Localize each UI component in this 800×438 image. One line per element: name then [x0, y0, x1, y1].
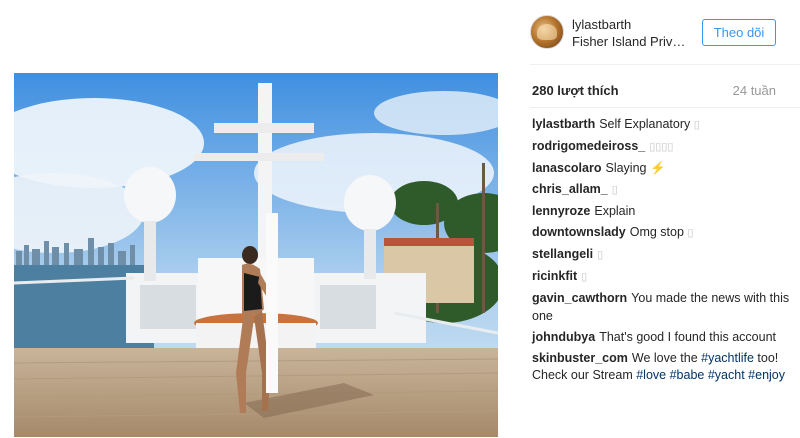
comment-item: stellangeli ▯ — [532, 246, 794, 265]
comment-username[interactable]: chris_allam_ — [532, 182, 608, 196]
emoji-icon: ▯ — [597, 249, 604, 261]
emoji-icon: ▯ — [611, 184, 618, 196]
emoji-icon: ▯ — [581, 271, 588, 283]
comment-item: lylastbarth Self Explanatory ▯ — [532, 116, 794, 135]
hashtag-link[interactable]: #babe — [670, 368, 705, 382]
comment-item: rodrigomedeiross_ ▯▯▯▯ — [532, 138, 794, 157]
comment-text: Explain — [594, 204, 636, 218]
comment-item: lennyroze Explain — [532, 203, 794, 221]
comment-item: ricinkfit ▯ — [532, 268, 794, 287]
comment-item: skinbuster_com We love the #yachtlife too… — [532, 350, 794, 385]
emoji-icon: ▯ — [687, 227, 694, 239]
likes-count[interactable]: 280 lượt thích — [532, 83, 619, 98]
comment-username[interactable]: lylastbarth — [532, 117, 595, 131]
follow-button[interactable]: Theo dõi — [702, 19, 776, 46]
comment-username[interactable]: ricinkfit — [532, 269, 577, 283]
comment-text: Slaying ⚡ — [605, 161, 666, 175]
header-divider — [530, 64, 800, 65]
avatar[interactable] — [530, 15, 564, 49]
post-photo-image — [14, 73, 498, 437]
post-header: lylastbarth Fisher Island Private Beach … — [520, 0, 800, 64]
comment-item: johndubya That's good I found this accoun… — [532, 329, 794, 347]
username-link[interactable]: lylastbarth — [572, 17, 631, 32]
emoji-icon: ▯▯▯▯ — [649, 141, 674, 153]
emoji-icon: ▯ — [693, 119, 700, 131]
comment-username[interactable]: rodrigomedeiross_ — [532, 139, 645, 153]
comment-text: We love the — [631, 350, 702, 365]
comment-list: lylastbarth Self Explanatory ▯ rodrigomed… — [532, 116, 794, 388]
comment-username[interactable]: lanascolaro — [532, 161, 601, 175]
hashtag-link[interactable]: #yachtlife — [701, 351, 754, 365]
hashtag-link[interactable]: #yacht — [708, 368, 745, 382]
comment-text: Self Explanatory — [599, 117, 691, 131]
comment-username[interactable]: lennyroze — [532, 204, 590, 218]
location-link[interactable]: Fisher Island Private Beach — [572, 34, 687, 49]
comment-username[interactable]: skinbuster_com — [532, 351, 628, 365]
hashtag-link[interactable]: #enjoy — [748, 368, 785, 382]
post-sidebar: lylastbarth Fisher Island Private Beach … — [520, 0, 800, 438]
comment-item: downtownslady Omg stop ▯ — [532, 224, 794, 243]
comment-text: That's good I found this account — [599, 329, 777, 344]
comment-item: chris_allam_ ▯ — [532, 181, 794, 200]
comment-text: Omg stop — [629, 225, 684, 239]
comment-username[interactable]: stellangeli — [532, 247, 593, 261]
comment-item: gavin_cawthorn You made the news with thi… — [532, 290, 794, 325]
post-photo[interactable] — [14, 73, 498, 437]
comment-username[interactable]: gavin_cawthorn — [532, 291, 627, 305]
hashtag-link[interactable]: #love — [636, 368, 666, 382]
comment-username[interactable]: downtownslady — [532, 225, 626, 239]
likes-divider — [530, 107, 800, 108]
comment-username[interactable]: johndubya — [532, 330, 595, 344]
post-time[interactable]: 24 tuần — [733, 83, 776, 98]
comment-item: lanascolaro Slaying ⚡ — [532, 160, 794, 178]
